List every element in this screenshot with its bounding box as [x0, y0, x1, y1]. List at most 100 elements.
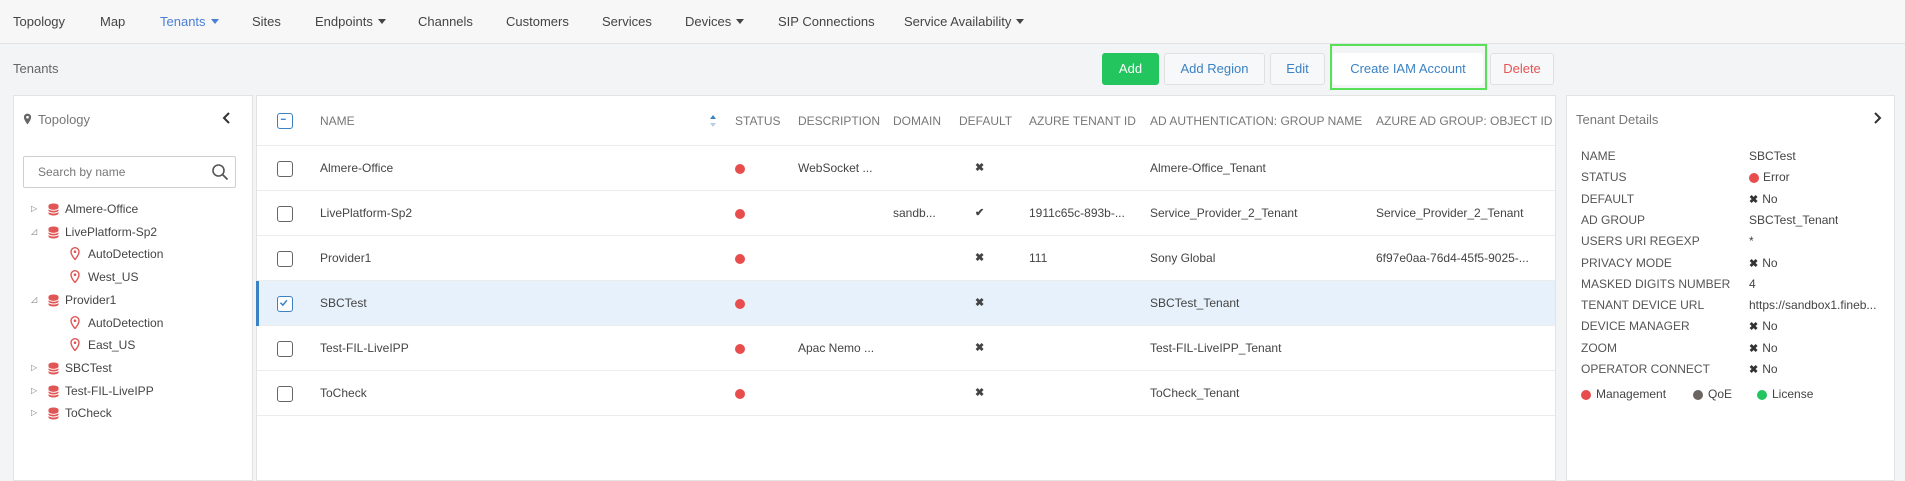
- nav-topology[interactable]: Topology: [13, 0, 65, 44]
- row-checkbox[interactable]: [277, 341, 293, 357]
- database-icon: [48, 294, 59, 307]
- location-pin-icon: [23, 113, 32, 125]
- table-row[interactable]: SBCTest SBCTest_Tenant ✖: [256, 281, 1555, 326]
- expand-toggle-icon[interactable]: ▷: [31, 357, 41, 379]
- x-icon: ✖: [1749, 364, 1759, 376]
- database-icon: [48, 385, 59, 398]
- chevron-right-icon[interactable]: [1869, 110, 1885, 126]
- select-all-checkbox[interactable]: [277, 113, 293, 129]
- column-header-status[interactable]: STATUS: [735, 96, 781, 146]
- tree-node-label: Provider1: [65, 292, 117, 307]
- table-row[interactable]: Provider1 111 Sony Global 6f97e0aa-76d4-45f…: [257, 236, 1555, 281]
- row-checkbox[interactable]: [277, 386, 293, 402]
- nav-services[interactable]: Services: [602, 0, 652, 44]
- top-navigation: Topology Map Tenants Sites Endpoints Cha…: [0, 0, 1905, 44]
- detail-label: DEFAULT: [1581, 191, 1635, 206]
- expand-toggle-icon[interactable]: ◿: [31, 289, 41, 311]
- cell-ad-object-id: 6f97e0aa-76d4-45f5-9025-...: [1376, 251, 1529, 265]
- cell-azure-tenant-id: 1911c65c-893b-...: [1029, 206, 1125, 220]
- column-header-default[interactable]: DEFAULT: [959, 96, 1012, 146]
- x-icon: ✖: [975, 387, 985, 399]
- nav-label: Customers: [506, 14, 569, 29]
- column-header-azure-tenant-id[interactable]: AZURE TENANT ID: [1029, 96, 1136, 146]
- row-checkbox[interactable]: [277, 161, 293, 177]
- cell-status: [735, 281, 775, 326]
- cell-name: Provider1: [320, 251, 372, 265]
- nav-service-availability[interactable]: Service Availability: [904, 0, 1025, 44]
- detail-value-text: No: [1762, 362, 1778, 376]
- table-row[interactable]: ToCheck ToCheck_Tenant ✖: [257, 371, 1555, 416]
- checkmark-icon: [279, 299, 288, 307]
- cell-domain: [893, 281, 948, 326]
- search-icon[interactable]: [211, 163, 229, 181]
- detail-label: DEVICE MANAGER: [1581, 319, 1690, 334]
- detail-value-text: *: [1749, 234, 1754, 249]
- column-header-domain[interactable]: DOMAIN: [893, 96, 941, 146]
- legend-item: License: [1757, 384, 1813, 404]
- legend-dot: [1757, 389, 1767, 400]
- grid-header: NAME STATUS DESCRIPTION DOMAIN DEFAULT A…: [257, 96, 1555, 146]
- column-header-ad-group-name[interactable]: AD AUTHENTICATION: GROUP NAME: [1150, 96, 1362, 146]
- nav-devices[interactable]: Devices: [685, 0, 745, 44]
- nav-tenants[interactable]: Tenants: [160, 0, 219, 44]
- column-header-name[interactable]: NAME: [320, 96, 355, 146]
- row-checkbox[interactable]: [277, 251, 293, 267]
- nav-channels[interactable]: Channels: [418, 0, 473, 44]
- cell-description: WebSocket ...: [798, 161, 873, 175]
- edit-button[interactable]: Edit: [1270, 53, 1325, 85]
- x-icon: ✖: [1749, 342, 1759, 355]
- row-checkbox[interactable]: [277, 296, 293, 312]
- cell-ad-group-name: Sony Global: [1150, 251, 1216, 265]
- database-icon: [48, 362, 59, 375]
- tree-node-label: LivePlatform-Sp2: [65, 224, 158, 239]
- table-row[interactable]: Test-FIL-LiveIPP Apac Nemo ... Test-FIL-Li…: [257, 326, 1555, 371]
- cell-domain: [893, 146, 948, 191]
- detail-value-text: No: [1762, 191, 1778, 206]
- detail-label: USERS URI REGEXP: [1581, 234, 1700, 249]
- tree-search: [23, 156, 236, 188]
- chevron-down-icon: [210, 19, 219, 25]
- column-header-ad-object-id[interactable]: AZURE AD GROUP: OBJECT ID: [1376, 96, 1552, 146]
- search-input[interactable]: [24, 157, 204, 187]
- status-dot: [735, 163, 745, 174]
- tree-node-label: Almere-Office: [65, 202, 139, 216]
- row-checkbox[interactable]: [277, 206, 293, 222]
- column-header-description[interactable]: DESCRIPTION: [798, 96, 880, 146]
- nav-label: Services: [602, 14, 652, 29]
- add-button[interactable]: Add: [1102, 53, 1159, 85]
- nav-map[interactable]: Map: [100, 0, 125, 44]
- table-row[interactable]: LivePlatform-Sp2 sandb... 1911c65c-893b-..…: [257, 191, 1555, 236]
- nav-sip-connections[interactable]: SIP Connections: [778, 0, 875, 44]
- nav-sites[interactable]: Sites: [252, 0, 281, 44]
- cell-description: [798, 191, 888, 236]
- cell-azure-tenant-id: [1029, 146, 1144, 191]
- x-icon: ✖: [975, 342, 985, 354]
- chevron-left-icon[interactable]: [219, 110, 235, 126]
- nav-customers[interactable]: Customers: [506, 0, 569, 44]
- cell-status: [735, 371, 775, 416]
- detail-value: ✖ No: [1749, 359, 1778, 380]
- detail-value: *: [1749, 231, 1754, 252]
- expand-toggle-icon[interactable]: ▷: [31, 198, 41, 220]
- cell-description: [798, 236, 888, 281]
- sort-icon[interactable]: [709, 114, 717, 128]
- cell-ad-object-id: Service_Provider_2_Tenant: [1376, 206, 1524, 220]
- detail-label: AD GROUP: [1581, 212, 1646, 227]
- check-icon: ✔: [975, 207, 985, 219]
- focus-highlight: [1330, 44, 1487, 90]
- add-region-button[interactable]: Add Region: [1164, 53, 1265, 85]
- page-title: Tenants: [13, 61, 59, 76]
- delete-button[interactable]: Delete: [1490, 53, 1554, 85]
- expand-toggle-icon[interactable]: ◿: [31, 221, 41, 243]
- location-pin-icon: [70, 247, 80, 261]
- cell-domain: sandb...: [893, 206, 936, 220]
- expand-toggle-icon[interactable]: ▷: [31, 380, 41, 402]
- detail-value: SBCTest: [1749, 146, 1796, 167]
- expand-toggle-icon[interactable]: ▷: [31, 402, 41, 424]
- detail-value: SBCTest_Tenant: [1749, 210, 1838, 231]
- cell-domain: [893, 236, 948, 281]
- nav-endpoints[interactable]: Endpoints: [315, 0, 386, 44]
- legend-label: Management: [1596, 387, 1667, 401]
- detail-value: 4: [1749, 274, 1756, 295]
- table-row[interactable]: Almere-Office WebSocket ... Almere-Office_…: [257, 146, 1555, 191]
